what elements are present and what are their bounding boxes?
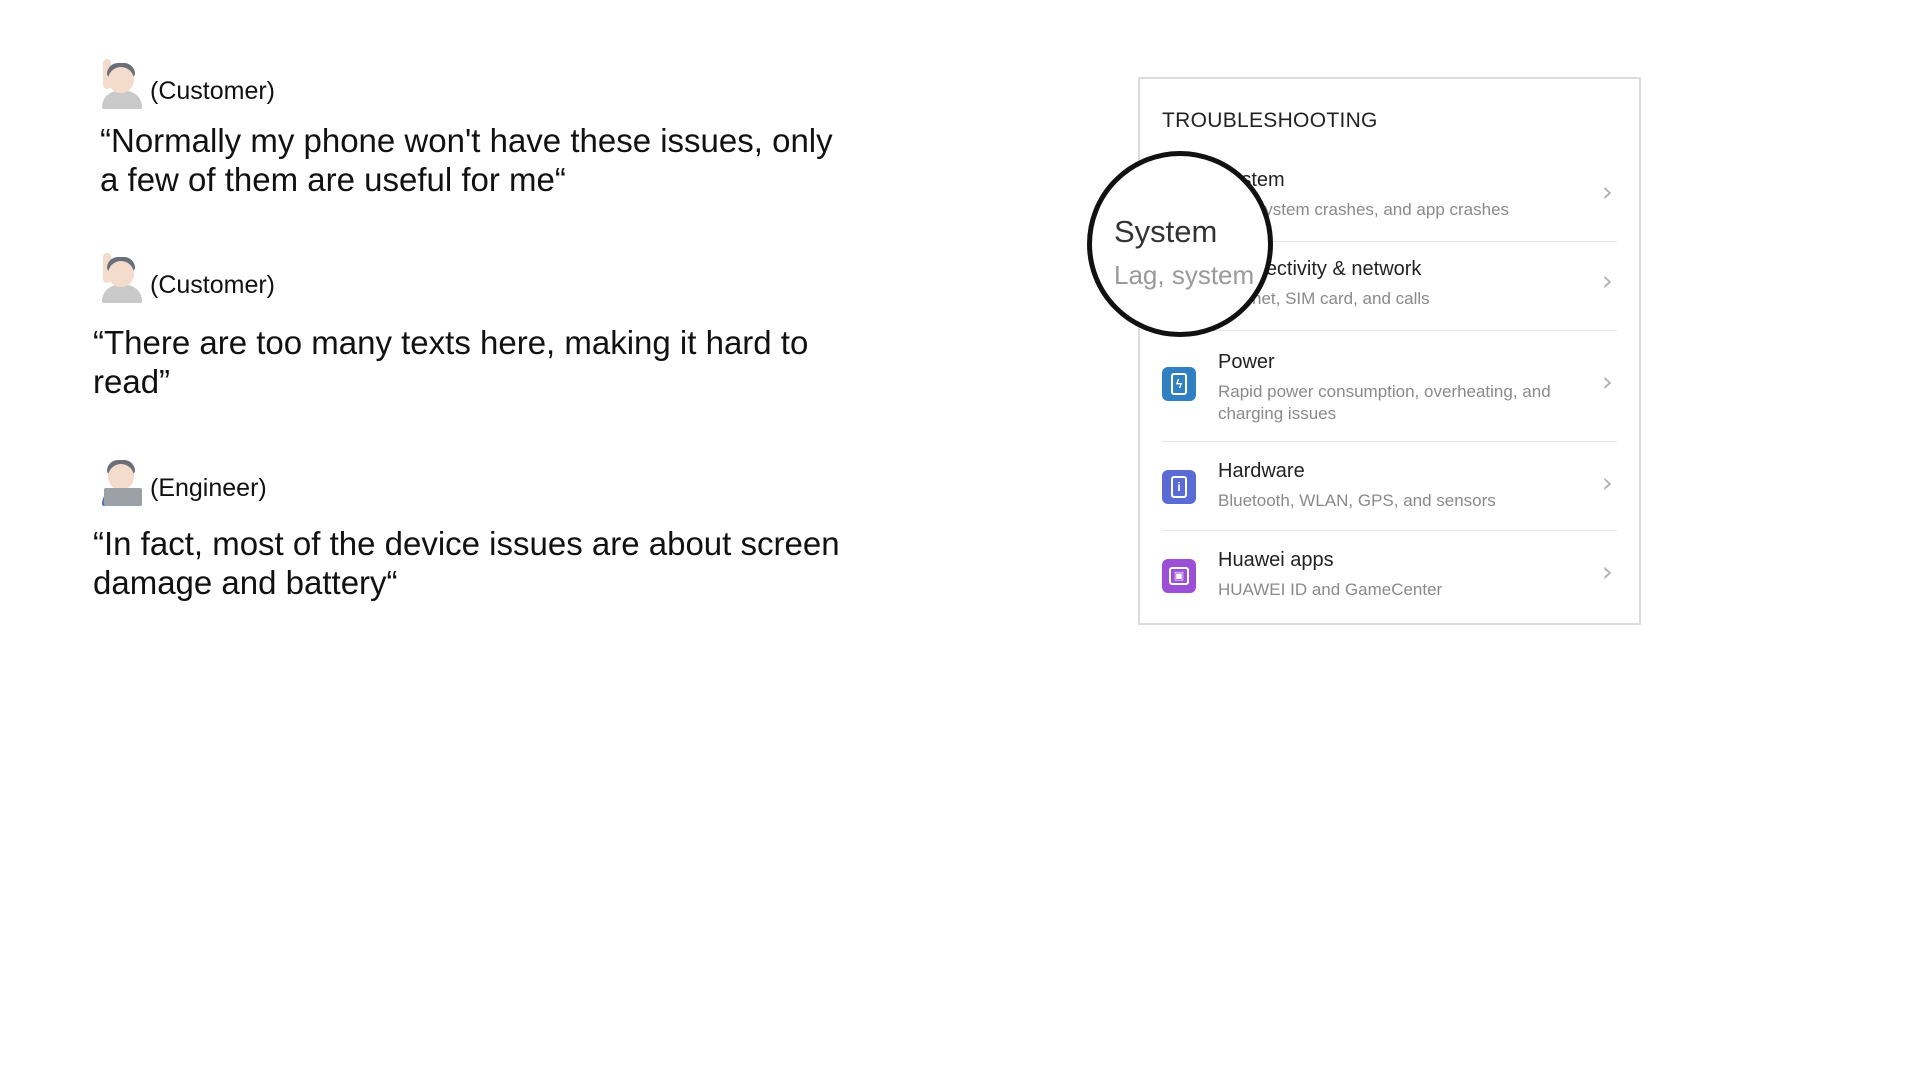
speaker-row: (Customer) (100, 249, 853, 303)
quote-text: “In fact, most of the device issues are … (93, 525, 840, 601)
quote-2: (Customer) “There are too many texts her… (93, 249, 853, 401)
magnified-title: System (1114, 214, 1218, 249)
item-subtitle: Bluetooth, WLAN, GPS, and sensors (1218, 491, 1496, 510)
item-subtitle: Lag, system crashes, and app crashes (1218, 200, 1510, 219)
chevron-right-icon: › (1601, 555, 1613, 588)
item-subtitle: Internet, SIM card, and calls (1218, 289, 1430, 308)
speaker-row: (Engineer) (100, 452, 853, 506)
list-item-hardware[interactable]: i Hardware Bluetooth, WLAN, GPS, and sen… (1162, 442, 1617, 531)
speaker-label: (Engineer) (150, 474, 267, 502)
list-item-power[interactable]: ϟ Power Rapid power consumption, overhea… (1162, 331, 1617, 442)
apps-icon: ▣ (1162, 559, 1196, 593)
customer-raising-hand-icon (100, 57, 144, 109)
quote-3: (Engineer) “In fact, most of the device … (93, 452, 853, 602)
item-title: Hardware (1218, 460, 1305, 482)
quote-text: “There are too many texts here, making i… (93, 324, 809, 400)
engineer-laptop-icon (100, 454, 144, 506)
panel-title: TROUBLESHOOTING (1162, 109, 1378, 132)
hardware-icon: i (1162, 470, 1196, 504)
chevron-right-icon: › (1601, 264, 1613, 297)
list-item-huawei-apps[interactable]: ▣ Huawei apps HUAWEI ID and GameCenter › (1162, 531, 1617, 619)
quote-text: “Normally my phone won't have these issu… (100, 122, 833, 198)
item-subtitle: HUAWEI ID and GameCenter (1218, 580, 1443, 599)
magnified-subtitle: Lag, system crashes (1114, 260, 1268, 290)
battery-icon: ϟ (1162, 367, 1196, 401)
chevron-right-icon: › (1601, 365, 1613, 398)
speaker-row: (Customer) (100, 55, 860, 109)
item-title: Huawei apps (1218, 549, 1334, 571)
quote-1: (Customer) “Normally my phone won't have… (100, 55, 860, 199)
chevron-right-icon: › (1601, 466, 1613, 499)
customer-raising-hand-icon (100, 251, 144, 303)
item-subtitle: Rapid power consumption, overheating, an… (1218, 382, 1551, 423)
speaker-label: (Customer) (150, 77, 276, 105)
item-title: Power (1218, 351, 1275, 373)
speaker-label: (Customer) (150, 271, 276, 299)
chevron-right-icon: › (1601, 175, 1613, 208)
magnifier-callout: System Lag, system crashes (1087, 151, 1273, 337)
